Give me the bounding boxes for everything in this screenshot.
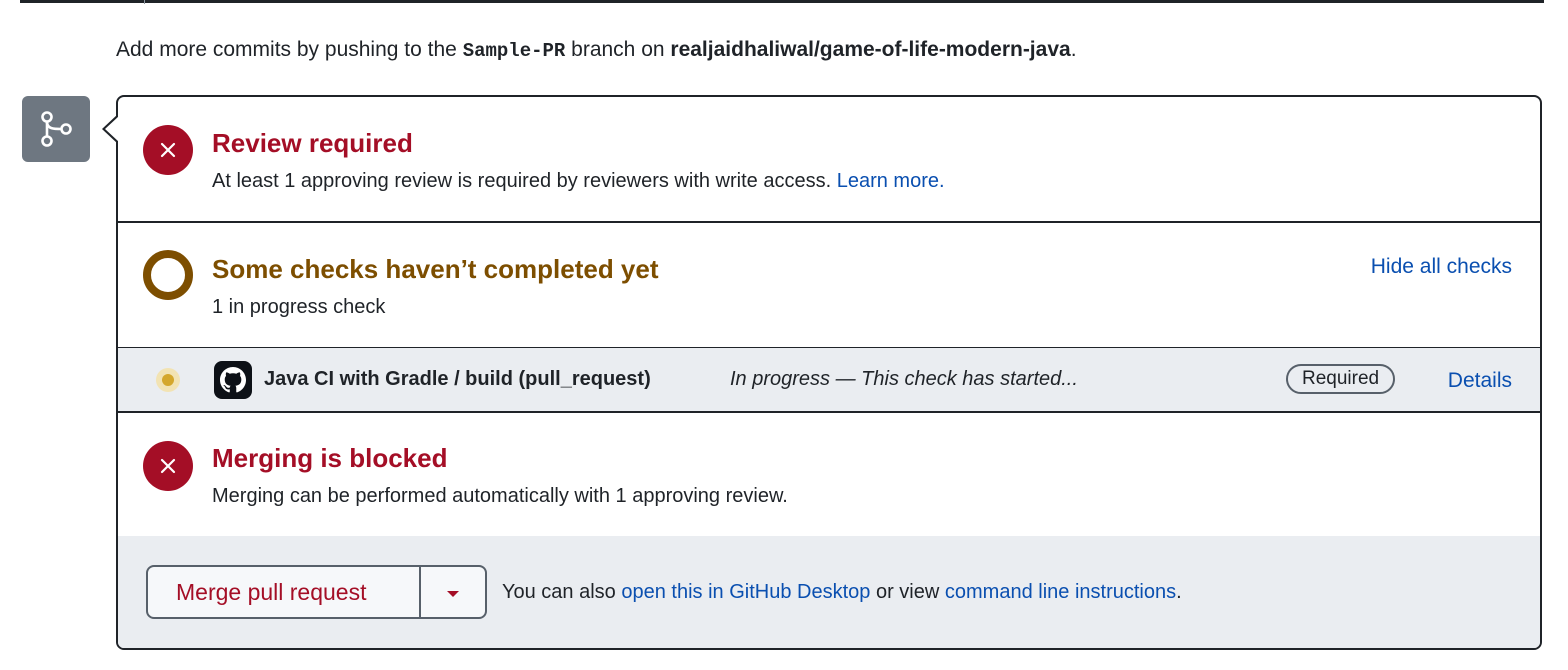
learn-more-link[interactable]: Learn more. bbox=[837, 170, 945, 192]
section-divider bbox=[118, 411, 1540, 413]
check-item: Java CI with Gradle / build (pull_reques… bbox=[118, 348, 1540, 411]
branch-name: Sample-PR bbox=[462, 40, 566, 62]
footer-note-middle: or view bbox=[875, 581, 940, 603]
review-description: At least 1 approving review is required … bbox=[212, 168, 945, 194]
section-divider bbox=[118, 221, 1540, 223]
merge-blocked-description: Merging can be performed automatically w… bbox=[212, 485, 788, 507]
footer-note-suffix: . bbox=[1176, 581, 1182, 603]
x-circle-icon bbox=[143, 441, 193, 491]
merge-box-caret-fill bbox=[105, 116, 119, 142]
footer-note-prefix: You can also bbox=[502, 581, 616, 603]
footer-note: You can also open this in GitHub Desktop… bbox=[502, 579, 1182, 605]
review-description-text: At least 1 approving review is required … bbox=[212, 170, 832, 192]
push-note-middle: branch on bbox=[571, 38, 665, 61]
github-mark-icon bbox=[214, 361, 252, 399]
merge-blocked-title: Merging is blocked bbox=[212, 443, 448, 473]
required-badge: Required bbox=[1286, 364, 1396, 394]
git-pull-request-icon bbox=[22, 96, 90, 162]
check-name: Java CI with Gradle / build (pull_reques… bbox=[264, 368, 651, 390]
checks-summary: 1 in progress check bbox=[212, 296, 386, 318]
repo-name: realjaidhaliwal/game-of-life-modern-java bbox=[670, 38, 1071, 61]
merge-button-group: Merge pull request bbox=[146, 565, 487, 619]
details-link[interactable]: Details bbox=[1448, 368, 1512, 394]
timeline-tick bbox=[144, 0, 145, 4]
merge-options-dropdown[interactable] bbox=[421, 567, 485, 617]
push-note-prefix: Add more commits by pushing to the bbox=[116, 38, 457, 61]
command-line-link[interactable]: command line instructions bbox=[945, 581, 1176, 603]
merge-footer: Merge pull request You can also open thi… bbox=[118, 536, 1540, 648]
check-status: In progress — This check has started... bbox=[730, 368, 1078, 390]
x-circle-icon bbox=[143, 125, 193, 175]
hide-all-checks-link[interactable]: Hide all checks bbox=[1371, 254, 1512, 280]
review-title: Review required bbox=[212, 128, 413, 158]
triangle-down-icon bbox=[447, 591, 459, 597]
merge-box: Review required At least 1 approving rev… bbox=[116, 95, 1542, 650]
push-note-suffix: . bbox=[1070, 38, 1077, 61]
pending-dot-icon bbox=[156, 368, 180, 392]
checks-title: Some checks haven’t completed yet bbox=[212, 254, 659, 284]
pending-ring-icon bbox=[143, 250, 193, 300]
github-desktop-link[interactable]: open this in GitHub Desktop bbox=[621, 581, 870, 603]
top-divider bbox=[20, 0, 1544, 3]
push-note: Add more commits by pushing to the Sampl… bbox=[116, 36, 1077, 65]
merge-pull-request-button[interactable]: Merge pull request bbox=[148, 567, 419, 617]
